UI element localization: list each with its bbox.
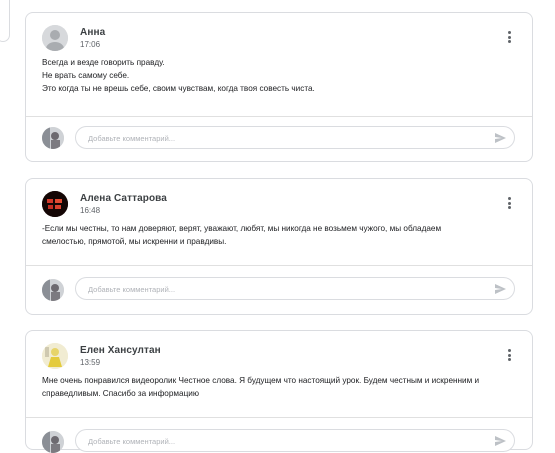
comment-field[interactable] — [75, 277, 515, 300]
commenter-avatar — [42, 127, 64, 149]
divider — [26, 265, 532, 266]
author-avatar — [42, 25, 68, 51]
commenter-photo-icon — [42, 279, 64, 301]
more-vert-icon[interactable] — [504, 347, 514, 363]
post-text: Мне очень понравился видеоролик Честное … — [42, 374, 514, 400]
author-avatar — [42, 191, 68, 217]
post-text-line: Всегда и везде говорить правду. — [42, 58, 165, 67]
post-time: 17:06 — [80, 40, 101, 49]
post-text-line: Мне очень понравился видеоролик Честное … — [42, 376, 480, 385]
previous-card-edge — [0, 0, 10, 42]
author-name: Елен Хансултан — [80, 345, 161, 356]
commenter-photo-icon — [42, 431, 64, 453]
post-text: Всегда и везде говорить правду. Не врать… — [42, 56, 514, 95]
post-card: Анна 17:06 Всегда и везде говорить правд… — [25, 12, 533, 162]
post-card: Елен Хансултан 13:59 Мне очень понравилс… — [25, 330, 533, 453]
more-vert-icon[interactable] — [504, 29, 514, 45]
commenter-photo-icon — [42, 127, 64, 149]
post-text: -Если мы честны, то нам доверяют, верят,… — [42, 222, 514, 248]
post-card: Алена Саттарова 16:48 -Если мы честны, т… — [25, 178, 533, 315]
divider — [26, 417, 532, 418]
author-name: Алена Саттарова — [80, 193, 167, 204]
comment-input[interactable] — [88, 283, 468, 295]
post-text-line: -Если мы честны, то нам доверяют, верят,… — [42, 224, 442, 233]
image-avatar-icon — [42, 191, 68, 217]
comment-field[interactable] — [75, 429, 515, 452]
post-text-line: смелостью, прямотой, мы искренни и правд… — [42, 237, 227, 246]
author-avatar — [42, 343, 68, 369]
send-icon[interactable] — [494, 132, 507, 144]
divider — [26, 116, 532, 117]
send-icon[interactable] — [494, 283, 507, 295]
post-text-line: справедливым. Спасибо за информацию — [42, 389, 199, 398]
post-time: 13:59 — [80, 358, 101, 367]
person-icon — [42, 25, 68, 51]
post-time: 16:48 — [80, 206, 101, 215]
post-text-line: Это когда ты не врешь себе, своим чувств… — [42, 84, 315, 93]
post-text-line: Не врать самому себе. — [42, 71, 130, 80]
image-avatar-icon — [42, 343, 68, 369]
comment-input[interactable] — [88, 132, 468, 144]
comment-field[interactable] — [75, 126, 515, 149]
more-vert-icon[interactable] — [504, 195, 514, 211]
commenter-avatar — [42, 279, 64, 301]
commenter-avatar — [42, 431, 64, 453]
author-name: Анна — [80, 27, 106, 38]
